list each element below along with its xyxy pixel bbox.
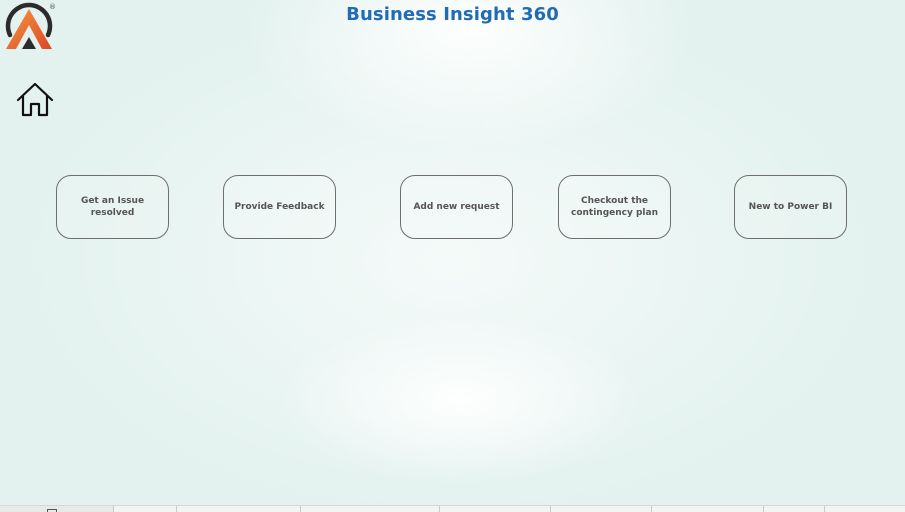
page-tab[interactable] [177, 506, 301, 512]
page-tab[interactable] [764, 506, 825, 512]
home-icon [16, 82, 54, 117]
get-issue-resolved-button[interactable]: Get an Issue resolved [56, 175, 169, 239]
page-tab[interactable] [301, 506, 440, 512]
page-tab[interactable] [114, 506, 177, 512]
page-tab-bar [0, 505, 905, 512]
page-tab[interactable] [440, 506, 551, 512]
page-tab[interactable] [551, 506, 652, 512]
add-new-request-button[interactable]: Add new request [400, 175, 513, 239]
new-to-power-bi-button[interactable]: New to Power BI [734, 175, 847, 239]
checkout-contingency-plan-button[interactable]: Checkout the contingency plan [558, 175, 671, 239]
page-tab[interactable] [652, 506, 764, 512]
page-title: Business Insight 360 [346, 4, 559, 25]
page-tab[interactable] [0, 506, 114, 512]
home-button[interactable] [14, 80, 56, 120]
provide-feedback-button[interactable]: Provide Feedback [223, 175, 336, 239]
